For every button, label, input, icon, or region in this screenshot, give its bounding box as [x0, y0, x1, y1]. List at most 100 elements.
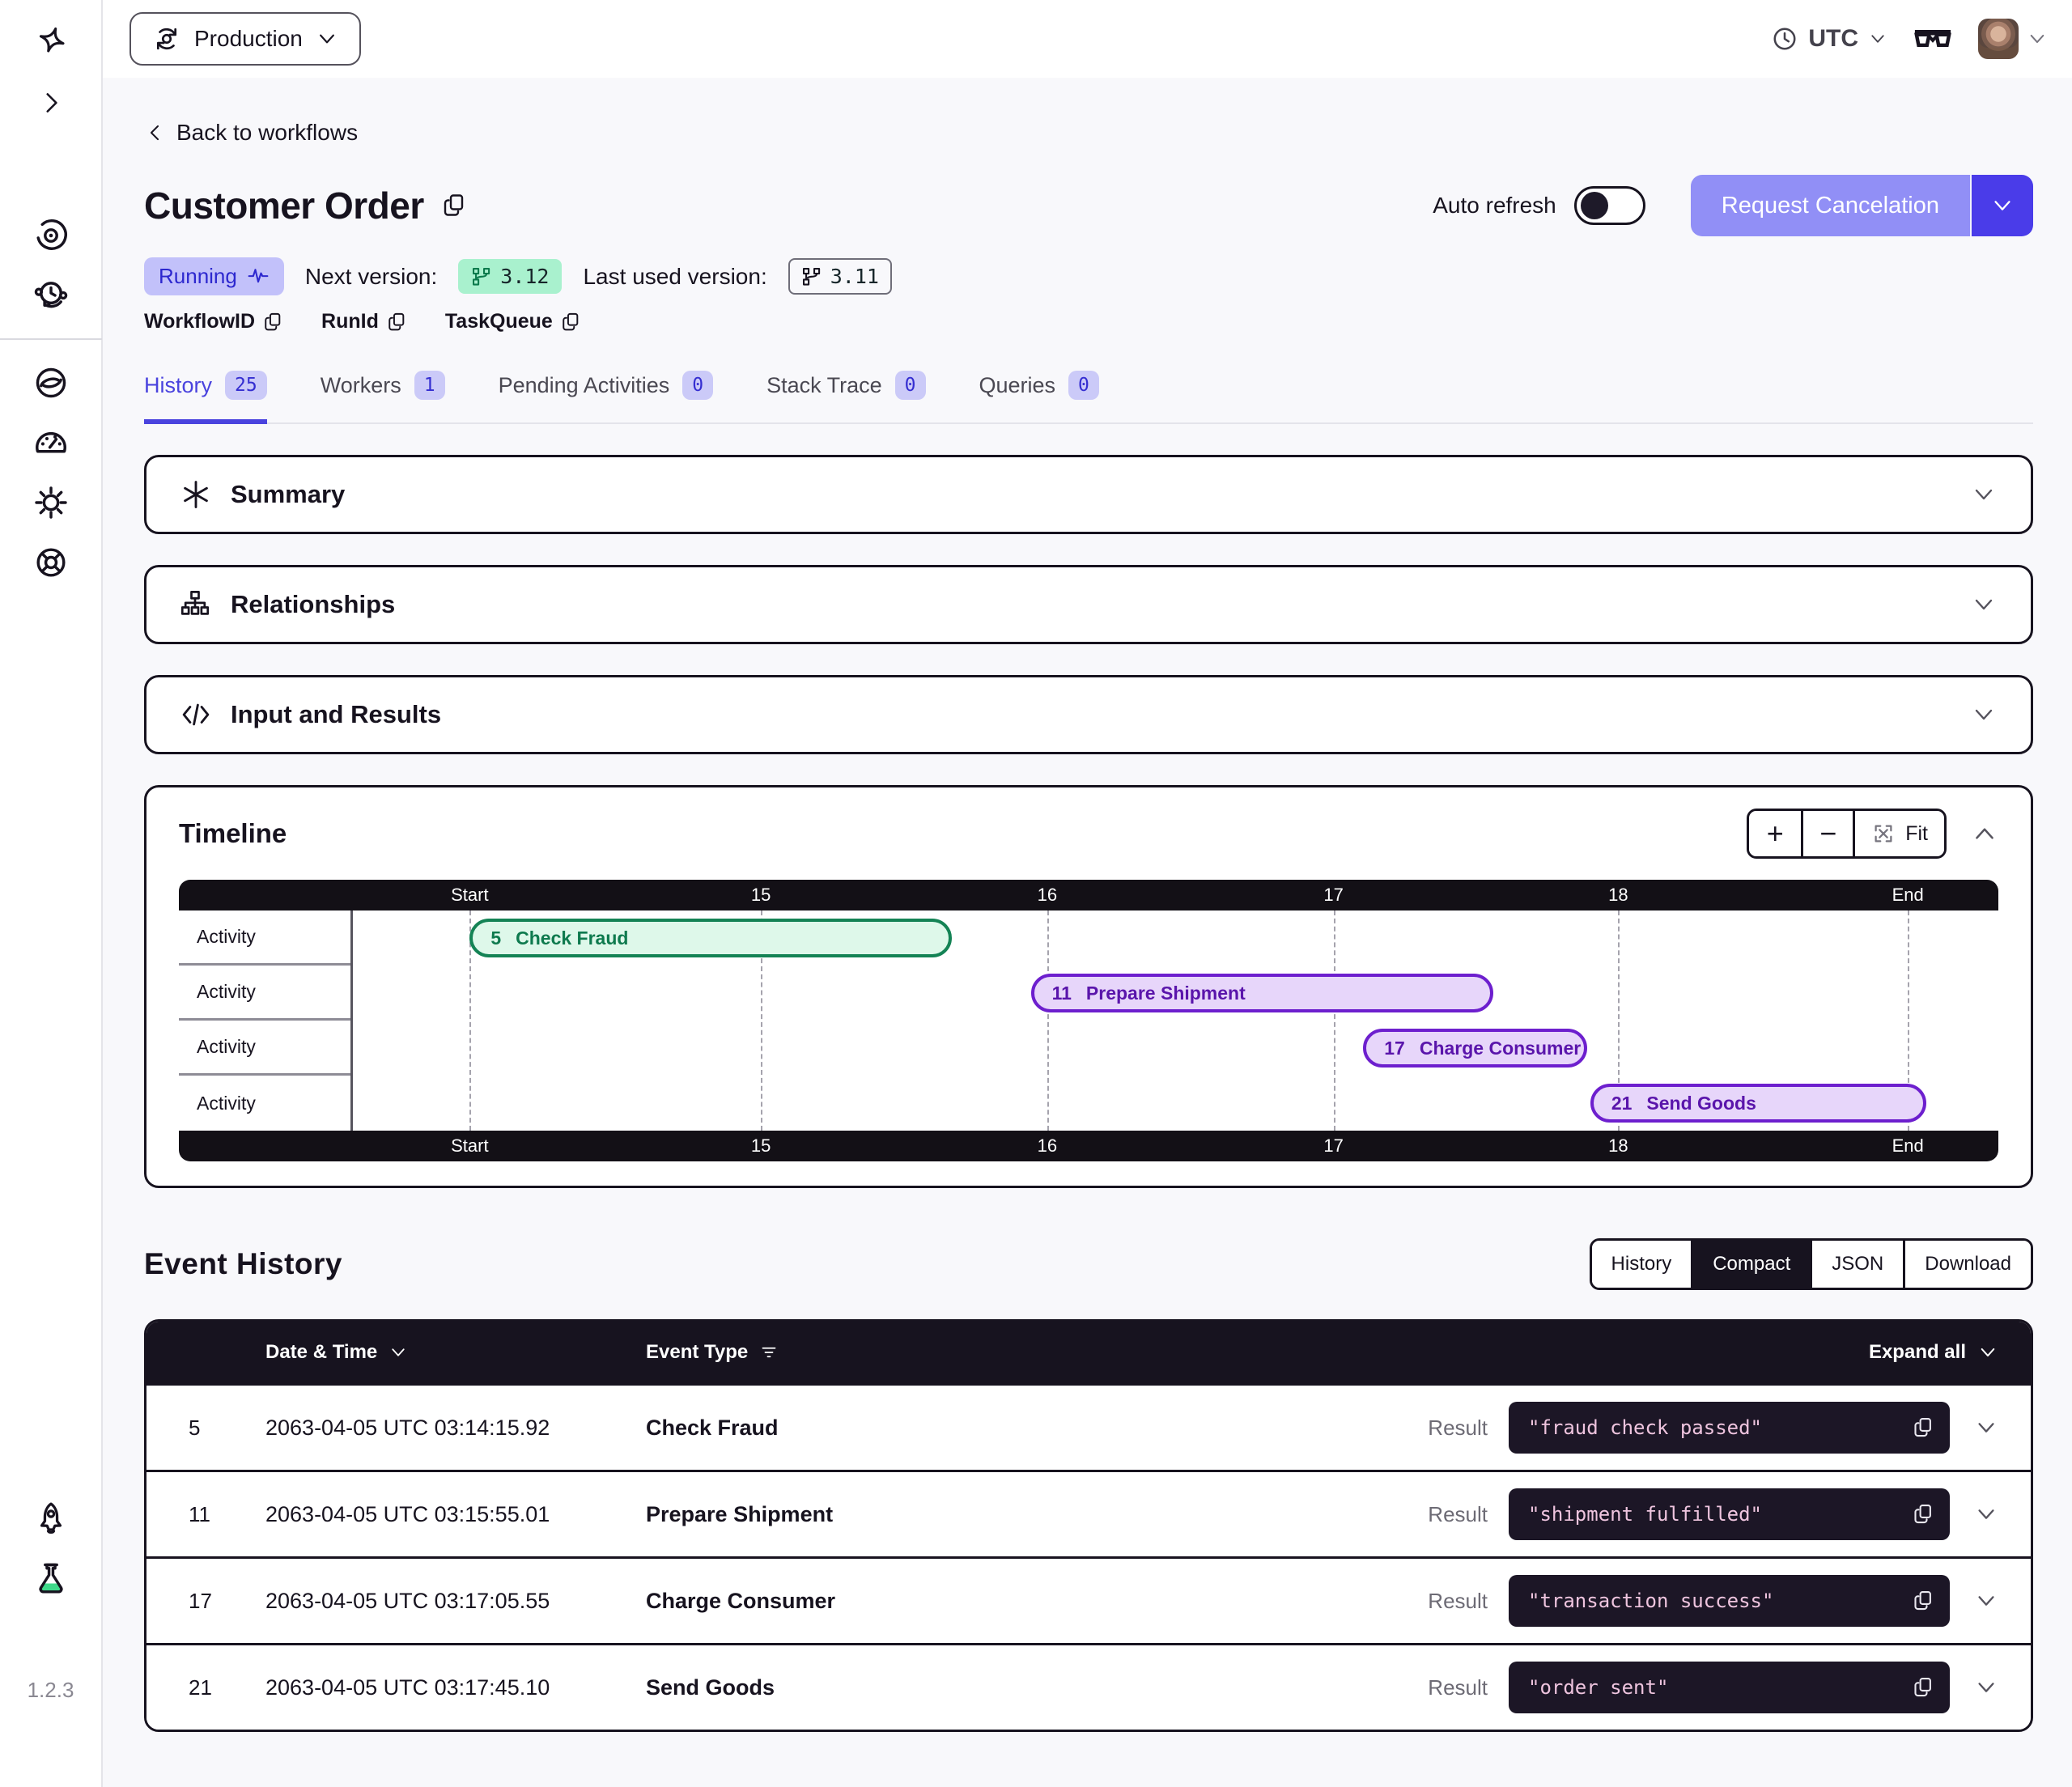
result-chip[interactable]: "fraud check passed"	[1509, 1402, 1950, 1454]
labs-flask-icon[interactable]	[32, 1560, 70, 1597]
timeline-row-label: Activity	[179, 1021, 350, 1076]
timeline-tick: 17	[1323, 880, 1343, 910]
event-row[interactable]: 5 2063-04-05 UTC 03:14:15.92 Check Fraud…	[146, 1383, 2031, 1470]
copy-icon[interactable]	[1913, 1676, 1935, 1699]
copy-icon[interactable]	[1913, 1503, 1935, 1526]
feedback-glasses-icon[interactable]	[1912, 23, 1954, 55]
chevron-down-icon	[2027, 28, 2048, 49]
back-to-workflows-link[interactable]: Back to workflows	[144, 120, 358, 146]
top-bar: Production UTC	[103, 0, 2072, 78]
fit-button[interactable]: Fit	[1853, 811, 1944, 856]
timeline-title: Timeline	[179, 818, 287, 849]
tab-pending-activities[interactable]: Pending Activities0	[499, 371, 713, 424]
result-label: Result	[1428, 1589, 1509, 1614]
event-type: Prepare Shipment	[646, 1502, 1420, 1527]
last-used-version-label: Last used version:	[583, 264, 766, 290]
event-datetime: 2063-04-05 UTC 03:14:15.92	[265, 1416, 646, 1441]
summary-accordion[interactable]: Summary	[144, 455, 2033, 534]
copy-icon[interactable]	[1913, 1416, 1935, 1439]
expand-row-chevron-icon[interactable]	[1974, 1416, 1998, 1440]
nexus-icon[interactable]	[32, 364, 70, 401]
timeline-tick: End	[1892, 880, 1924, 910]
date-time-column-header[interactable]: Date & Time	[265, 1341, 646, 1364]
input-results-label: Input and Results	[231, 700, 441, 729]
collapse-timeline-chevron-icon[interactable]	[1971, 820, 1998, 847]
settings-gear-icon[interactable]	[32, 484, 70, 521]
chevron-down-icon	[1868, 29, 1887, 49]
tab-workers[interactable]: Workers1	[321, 371, 445, 424]
timeline-axis-bottom: Start 15 16 17 18 End	[179, 1131, 1998, 1161]
event-id: 17	[189, 1589, 265, 1614]
expand-row-chevron-icon[interactable]	[1974, 1589, 1998, 1613]
timeline-bar-check-fraud[interactable]: 5Check Fraud	[469, 919, 952, 957]
result-chip[interactable]: "order sent"	[1509, 1662, 1950, 1713]
app-version: 1.2.3	[28, 1678, 74, 1703]
result-value: "transaction success"	[1528, 1590, 1901, 1612]
timezone-label: UTC	[1808, 25, 1858, 53]
next-version-label: Next version:	[305, 264, 437, 290]
copy-title-icon[interactable]	[442, 193, 468, 219]
result-value: "order sent"	[1528, 1676, 1901, 1699]
timeline-tick: 15	[751, 880, 771, 910]
main-content: Back to workflows Customer Order Auto re…	[103, 78, 2072, 1787]
timeline-gridline	[1334, 910, 1335, 1131]
event-history-title: Event History	[144, 1247, 342, 1281]
relationships-accordion[interactable]: Relationships	[144, 565, 2033, 644]
event-row[interactable]: 21 2063-04-05 UTC 03:17:45.10 Send Goods…	[146, 1643, 2031, 1730]
filter-icon	[759, 1343, 779, 1362]
timeline-bar-charge-consumer[interactable]: 17Charge Consumer	[1363, 1029, 1586, 1068]
namespace-label: Production	[194, 26, 303, 52]
result-chip[interactable]: "transaction success"	[1509, 1575, 1950, 1627]
namespace-switcher[interactable]: Production	[130, 12, 361, 66]
expand-rail-chevron-icon[interactable]	[32, 84, 70, 121]
result-label: Result	[1428, 1675, 1509, 1700]
relationships-label: Relationships	[231, 590, 395, 619]
timeline-bar-send-goods[interactable]: 21Send Goods	[1590, 1084, 1926, 1123]
view-history-button[interactable]: History	[1592, 1241, 1692, 1288]
cancelation-dropdown-caret[interactable]	[1970, 175, 2033, 236]
expand-all-button[interactable]: Expand all	[1869, 1341, 1998, 1364]
support-lifebuoy-icon[interactable]	[32, 544, 70, 581]
event-table-header: Date & Time Event Type Expand all	[146, 1322, 2031, 1383]
tab-queries[interactable]: Queries0	[979, 371, 1099, 424]
whats-new-rocket-icon[interactable]	[32, 1500, 70, 1537]
pulse-icon	[247, 265, 270, 288]
view-json-button[interactable]: JSON	[1810, 1241, 1903, 1288]
event-row[interactable]: 11 2063-04-05 UTC 03:15:55.01 Prepare Sh…	[146, 1470, 2031, 1556]
copy-icon[interactable]	[1913, 1590, 1935, 1612]
namespace-sync-icon	[152, 24, 181, 53]
result-chip[interactable]: "shipment fulfilled"	[1509, 1488, 1950, 1540]
timeline-gridline	[1047, 910, 1049, 1131]
tab-stack-trace[interactable]: Stack Trace0	[766, 371, 925, 424]
timeline-plot: 5Check Fraud 11Prepare Shipment 17Charge…	[353, 910, 1998, 1131]
zoom-in-button[interactable]: +	[1749, 811, 1801, 856]
expand-row-chevron-icon[interactable]	[1974, 1502, 1998, 1526]
request-cancelation-button[interactable]: Request Cancelation	[1691, 175, 2033, 236]
usage-icon[interactable]	[32, 424, 70, 461]
workflow-id-copy[interactable]: WorkflowID	[144, 310, 284, 333]
event-type-column-header[interactable]: Event Type	[646, 1341, 1420, 1364]
event-id: 5	[189, 1416, 265, 1441]
auto-refresh-toggle[interactable]	[1574, 186, 1645, 225]
run-id-copy[interactable]: RunId	[321, 310, 408, 333]
workflows-icon[interactable]	[32, 217, 70, 254]
expand-row-chevron-icon[interactable]	[1974, 1675, 1998, 1700]
event-row[interactable]: 17 2063-04-05 UTC 03:17:05.55 Charge Con…	[146, 1556, 2031, 1643]
fit-arrows-icon	[1871, 821, 1896, 846]
input-results-accordion[interactable]: Input and Results	[144, 675, 2033, 754]
logo-spark-icon[interactable]	[32, 24, 70, 62]
zoom-out-button[interactable]: −	[1801, 811, 1853, 856]
download-button[interactable]: Download	[1903, 1241, 2031, 1288]
rail-divider	[0, 338, 102, 340]
timeline-bar-prepare-shipment[interactable]: 11Prepare Shipment	[1031, 974, 1493, 1012]
tab-history[interactable]: History25	[144, 371, 267, 424]
user-menu[interactable]	[1978, 19, 2048, 59]
last-used-version-badge: 3.11	[788, 258, 892, 295]
task-queue-copy[interactable]: TaskQueue	[445, 310, 582, 333]
view-compact-button[interactable]: Compact	[1691, 1241, 1810, 1288]
timezone-selector[interactable]: UTC	[1771, 25, 1887, 53]
schedules-icon[interactable]	[32, 277, 70, 314]
next-version-badge: 3.12	[458, 259, 562, 294]
timeline-tick: 15	[751, 1131, 771, 1161]
relationships-tree-icon	[180, 589, 211, 620]
